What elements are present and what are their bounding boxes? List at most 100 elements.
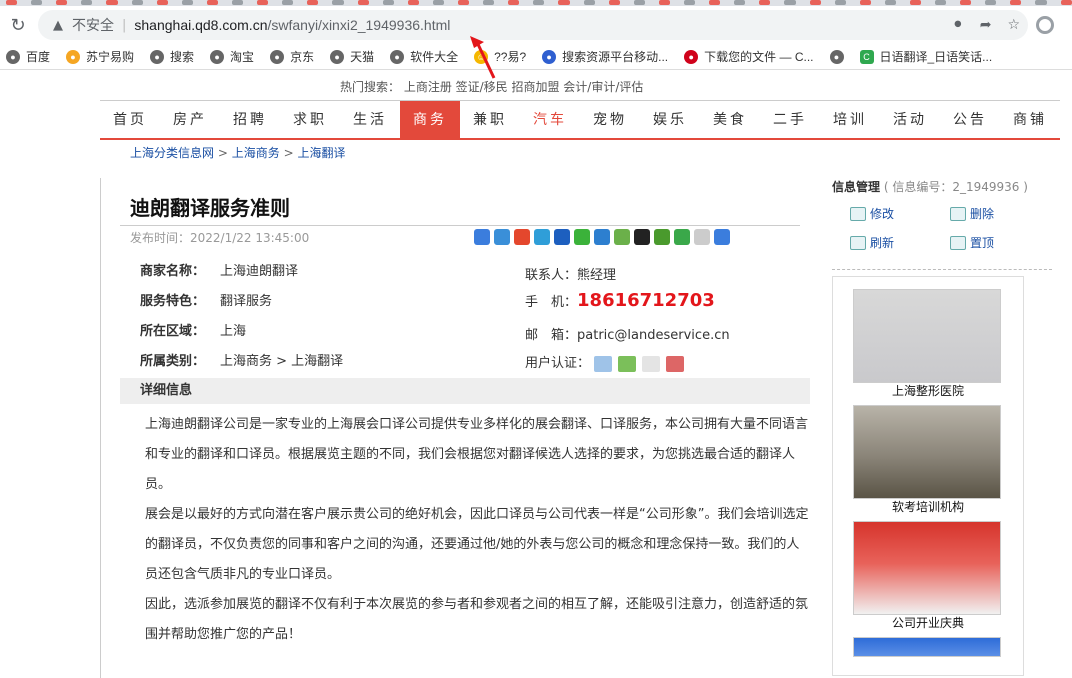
post-meta: 发布时间：2022/1/22 13:45:00 [120, 226, 810, 248]
reload-icon[interactable]: ↻ [6, 13, 30, 37]
hot-search: 热门搜索： 上商注册 签证/移民 招商加盟 会计/审计/评估 [340, 80, 644, 94]
nav-item[interactable]: 房产 [160, 101, 220, 138]
address-bar[interactable]: ▲ 不安全 | shanghai.qd8.com.cn/swfanyi/xinx… [38, 10, 1028, 40]
nav-item[interactable]: 首页 [100, 101, 160, 138]
cert-label: 用户认证： [525, 356, 591, 371]
share-wechat-icon[interactable] [574, 229, 590, 245]
email-value: patric@landeservice.cn [577, 328, 730, 343]
share-tqq-icon[interactable] [534, 229, 550, 245]
nav-item[interactable]: 宠物 [580, 101, 640, 138]
edit-icon [850, 206, 866, 221]
merchant-info: 商家名称： 上海迪朗翻译 服务特色： 翻译服务 所在区域： 上海 所属类别： 上海商务 … [120, 248, 810, 378]
edit-button[interactable]: 修改 [850, 205, 950, 222]
id-cert-icon[interactable] [594, 355, 613, 372]
ad-item[interactable]: 上海整形医院 [853, 289, 1003, 399]
share-baidu-icon[interactable] [594, 229, 610, 245]
ad-image[interactable] [853, 521, 1001, 615]
detail-paragraph: 展会是以最好的方式向潜在客户展示贵公司的绝好机会，因此口译员与公司代表一样是“公… [145, 507, 809, 582]
nav-item[interactable]: 商铺 [1000, 101, 1060, 138]
nav-item[interactable]: 公告 [940, 101, 1000, 138]
share-icon[interactable]: ➦ [980, 17, 992, 33]
bookmark-label: 搜索 [170, 50, 195, 64]
share-weibo-icon[interactable] [514, 229, 530, 245]
nav-item[interactable]: 培训 [820, 101, 880, 138]
phone-cert-icon[interactable] [666, 355, 685, 372]
bookmark-item[interactable]: ● 京东 [270, 48, 314, 65]
publish-time: 发布时间：2022/1/22 13:45:00 [130, 230, 310, 245]
nav-item[interactable]: 求职 [280, 101, 340, 138]
bookmark-item[interactable]: ● 百度 [6, 48, 50, 65]
ad-item[interactable]: 软考培训机构 [853, 405, 1003, 515]
bookmark-item[interactable]: ● 搜索 [150, 48, 194, 65]
post-content: 迪朗翻译服务准则 发布时间：2022/1/22 13:45:00 商家名称： 上海… [120, 188, 810, 650]
key-icon[interactable]: ⚫ [952, 17, 964, 33]
tab-strip[interactable] [0, 0, 1072, 6]
ad-caption[interactable]: 公司开业庆典 [853, 615, 1003, 631]
delete-button[interactable]: 删除 [950, 205, 1050, 222]
globe-icon: ● [6, 49, 20, 64]
bookmark-item[interactable]: ● 下载您的文件 — C... [684, 48, 814, 65]
bookmark-label: 软件大全 [410, 50, 459, 64]
warning-icon[interactable]: ▲ [50, 17, 66, 33]
nav-item-active[interactable]: 商务 [400, 101, 460, 138]
share-douban-icon[interactable] [654, 229, 670, 245]
pin-top-button[interactable]: 置顶 [950, 234, 1050, 251]
ad-caption[interactable]: 上海整形医院 [853, 383, 1003, 399]
star-icon[interactable]: ☆ [1007, 17, 1020, 33]
email-row: 邮 箱：patric@landeservice.cn [525, 324, 730, 343]
ad-item[interactable]: 公司开业庆典 [853, 521, 1003, 631]
ad-caption[interactable]: 软考培训机构 [853, 499, 1003, 515]
bookmark-item[interactable]: ● 天猫 [330, 48, 374, 65]
paw-icon: ● [542, 49, 557, 64]
nav-item[interactable]: 生活 [340, 101, 400, 138]
bookmark-label: 淘宝 [230, 50, 255, 64]
share-pengyou-icon[interactable] [614, 229, 630, 245]
breadcrumb-link[interactable]: 上海商务 [232, 146, 280, 160]
share-renren-icon[interactable] [554, 229, 570, 245]
share-qq-icon[interactable] [634, 229, 650, 245]
ad-item[interactable] [853, 637, 1003, 657]
ad-image[interactable] [853, 405, 1001, 499]
license-cert-icon[interactable] [618, 355, 637, 372]
delete-icon [950, 206, 966, 221]
refresh-button[interactable]: 刷新 [850, 234, 950, 251]
security-label[interactable]: 不安全 [72, 15, 114, 35]
info-id: ( 信息编号：2_1949936 ) [883, 180, 1028, 194]
share-kaixin-icon[interactable] [674, 229, 690, 245]
bookmark-item[interactable]: ● 苏宁易购 [66, 48, 134, 65]
bookmark-item[interactable]: ● [829, 49, 844, 64]
bookmark-label: 苏宁易购 [86, 50, 135, 64]
cert-row: 用户认证： [525, 352, 685, 372]
nav-item[interactable]: 活动 [880, 101, 940, 138]
bookmark-item[interactable]: ● 软件大全 [390, 48, 458, 65]
share-print-icon[interactable] [714, 229, 730, 245]
action-label: 修改 [870, 207, 895, 221]
share-plus-icon[interactable] [474, 229, 490, 245]
share-copy-icon[interactable] [694, 229, 710, 245]
nav-item[interactable]: 二手 [760, 101, 820, 138]
nav-item[interactable]: 美食 [700, 101, 760, 138]
ad-image[interactable] [853, 637, 1001, 657]
nav-item[interactable]: 汽车 [520, 101, 580, 138]
detail-paragraph: 因此，选派参加展览的翻译不仅有利于本次展览的参与者和参观者之间的相互了解，还能吸… [145, 597, 809, 642]
breadcrumb-separator: > [283, 146, 294, 160]
phone-label: 手 机： [525, 295, 578, 310]
bookmark-label: 下载您的文件 — C... [704, 50, 814, 64]
nav-item[interactable]: 娱乐 [640, 101, 700, 138]
breadcrumb-link[interactable]: 上海分类信息网 [130, 146, 214, 160]
url-path[interactable]: /swfanyi/xinxi2_1949936.html [267, 17, 450, 33]
breadcrumb-link[interactable]: 上海翻译 [297, 146, 345, 160]
content-border [100, 178, 101, 678]
profile-icon[interactable] [1036, 16, 1054, 34]
url-host[interactable]: shanghai.qd8.com.cn [134, 17, 267, 33]
bookmark-item[interactable]: ● 搜索资源平台移动... [542, 48, 668, 65]
detail-heading: 详细信息 [120, 378, 810, 404]
email-cert-icon[interactable] [642, 355, 661, 372]
bookmark-item[interactable]: ● 淘宝 [210, 48, 254, 65]
ad-image[interactable] [853, 289, 1001, 383]
bookmark-item[interactable]: C 日语翻译_日语笑话... [859, 48, 992, 65]
nav-item[interactable]: 招聘 [220, 101, 280, 138]
nav-item[interactable]: 兼职 [460, 101, 520, 138]
phone-row: 手 机：18616712703 [525, 290, 715, 311]
share-qzone-icon[interactable] [494, 229, 510, 245]
